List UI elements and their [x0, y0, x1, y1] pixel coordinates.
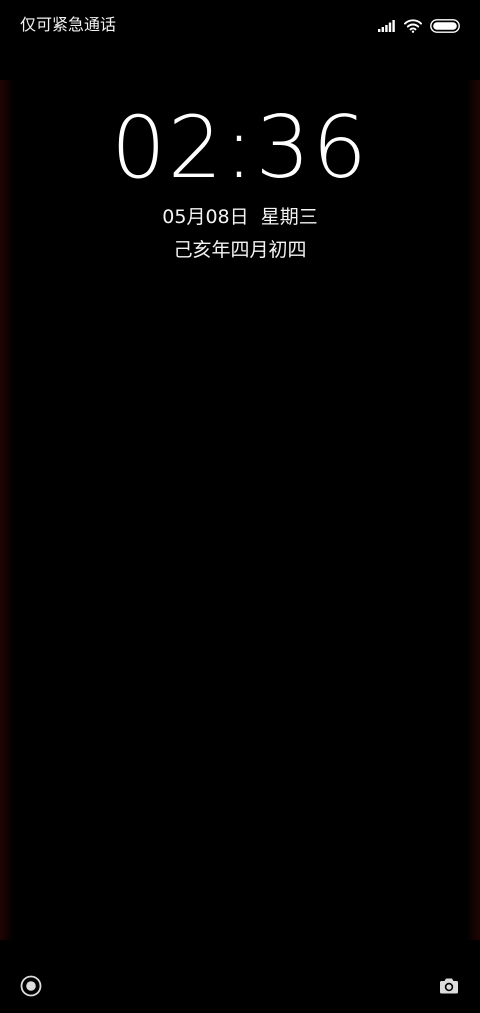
lock-screen: 仅可紧急通话 02:36 05月08日 星期三 己亥年四月初四	[0, 0, 480, 1013]
wifi-icon	[404, 19, 422, 33]
status-bar: 仅可紧急通话	[0, 0, 480, 52]
carrier-status-text: 仅可紧急通话	[20, 15, 117, 34]
date-text: 05月08日	[162, 206, 249, 228]
camera-icon[interactable]	[438, 975, 460, 997]
weekday-text: 星期三	[260, 206, 318, 228]
date-line: 05月08日 星期三	[0, 204, 480, 230]
smart-assistant-icon[interactable]	[20, 975, 42, 997]
lunar-date-text: 己亥年四月初四	[173, 239, 307, 261]
battery-icon	[430, 19, 460, 33]
status-icons	[378, 16, 460, 36]
lock-clock: 02:36	[111, 98, 369, 198]
signal-bars-icon	[378, 20, 396, 32]
